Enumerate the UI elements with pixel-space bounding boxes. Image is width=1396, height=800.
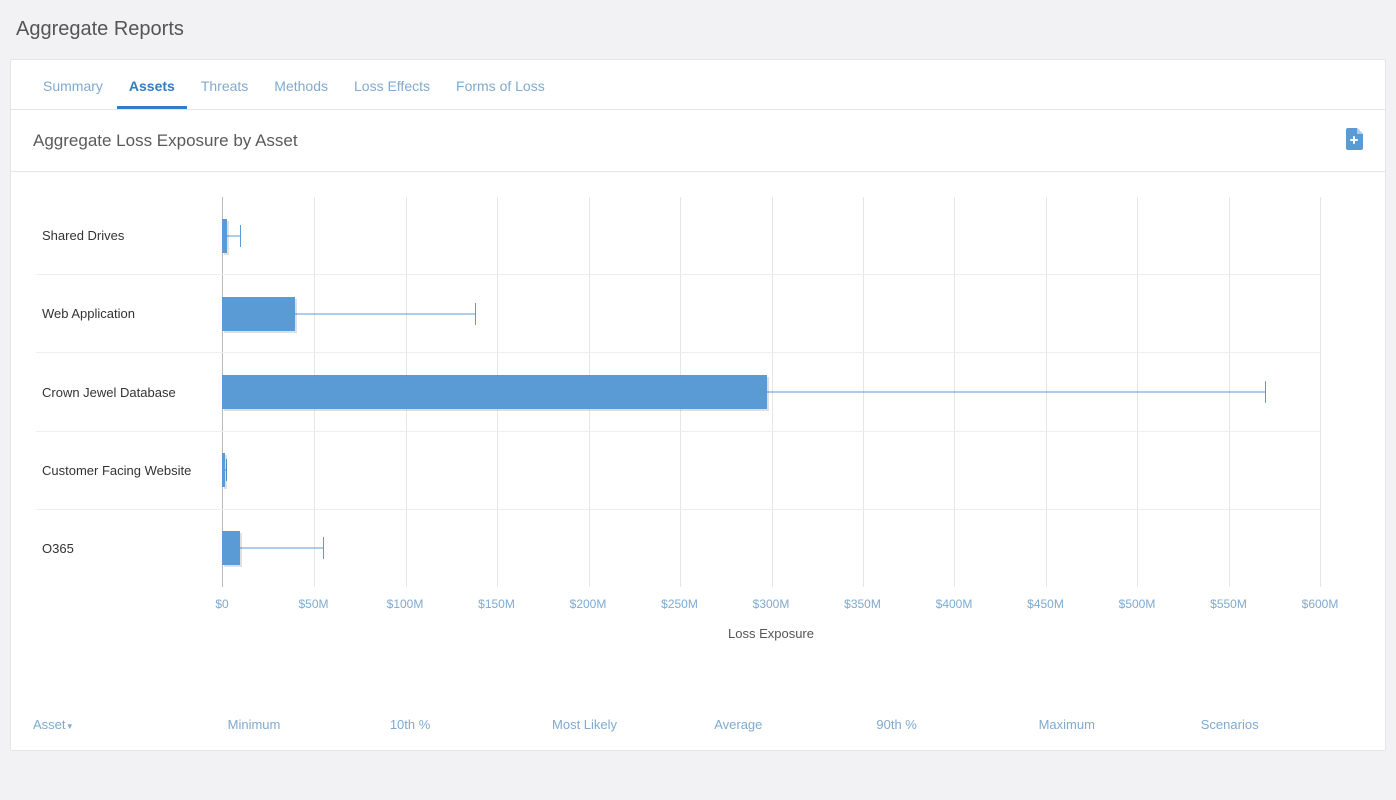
table-header-row: Asset▾ Minimum 10th % Most Likely Averag… xyxy=(11,657,1385,750)
chart-row-plot xyxy=(222,510,1320,587)
tab-forms-of-loss[interactable]: Forms of Loss xyxy=(444,70,557,109)
chart-area: Shared Drives Web Application Crown Jewel … xyxy=(11,172,1385,657)
th-tenth[interactable]: 10th % xyxy=(390,717,552,732)
bar xyxy=(222,453,225,487)
page-title: Aggregate Reports xyxy=(10,10,1386,59)
x-tick-label: $500M xyxy=(1119,597,1156,611)
tab-methods[interactable]: Methods xyxy=(262,70,340,109)
chart-row-plot xyxy=(222,432,1320,509)
chart-row-plot xyxy=(222,197,1320,274)
tab-threats[interactable]: Threats xyxy=(189,70,260,109)
x-tick-label: $200M xyxy=(570,597,607,611)
tab-summary[interactable]: Summary xyxy=(31,70,115,109)
x-tick-label: $150M xyxy=(478,597,515,611)
bar xyxy=(222,297,295,331)
chart-row: Customer Facing Website xyxy=(36,431,1320,509)
chart-row-plot xyxy=(222,275,1320,352)
gridline xyxy=(1320,197,1321,587)
th-scenarios[interactable]: Scenarios xyxy=(1201,717,1363,732)
th-maximum[interactable]: Maximum xyxy=(1039,717,1201,732)
section-title: Aggregate Loss Exposure by Asset xyxy=(33,131,298,151)
report-card: Summary Assets Threats Methods Loss Effe… xyxy=(10,59,1386,751)
tabs: Summary Assets Threats Methods Loss Effe… xyxy=(11,60,1385,110)
x-axis-label: Loss Exposure xyxy=(222,626,1320,641)
tab-assets[interactable]: Assets xyxy=(117,70,187,109)
error-bar-cap-high xyxy=(240,225,241,247)
chart-row-label: Crown Jewel Database xyxy=(36,385,222,400)
x-tick-label: $350M xyxy=(844,597,881,611)
x-tick-label: $250M xyxy=(661,597,698,611)
x-tick-label: $300M xyxy=(753,597,790,611)
th-asset[interactable]: Asset▾ xyxy=(33,717,228,732)
chart-row-label: Customer Facing Website xyxy=(36,463,222,478)
chart-row-label: O365 xyxy=(36,541,222,556)
bar xyxy=(222,375,767,409)
th-ninetieth[interactable]: 90th % xyxy=(876,717,1038,732)
bar xyxy=(222,219,227,253)
chart-row-label: Shared Drives xyxy=(36,228,222,243)
error-bar-cap-high xyxy=(323,537,324,559)
chart-row-plot xyxy=(222,353,1320,430)
x-tick-label: $600M xyxy=(1302,597,1339,611)
chart-row-label: Web Application xyxy=(36,306,222,321)
x-tick-label: $400M xyxy=(936,597,973,611)
error-bar-cap-high xyxy=(1265,381,1266,403)
x-tick-label: $550M xyxy=(1210,597,1247,611)
chart-row: Shared Drives xyxy=(36,197,1320,274)
error-bar-cap-high xyxy=(475,303,476,325)
x-tick-label: $100M xyxy=(387,597,424,611)
x-tick-label: $0 xyxy=(215,597,228,611)
th-average[interactable]: Average xyxy=(714,717,876,732)
error-bar-cap-high xyxy=(226,459,227,481)
x-tick-label: $450M xyxy=(1027,597,1064,611)
chart-row: O365 xyxy=(36,509,1320,587)
tab-loss-effects[interactable]: Loss Effects xyxy=(342,70,442,109)
section-header: Aggregate Loss Exposure by Asset xyxy=(11,110,1385,172)
bar xyxy=(222,531,240,565)
th-minimum[interactable]: Minimum xyxy=(228,717,390,732)
chart-row: Crown Jewel Database xyxy=(36,352,1320,430)
export-icon[interactable] xyxy=(1345,128,1363,153)
sort-caret-icon: ▾ xyxy=(68,721,73,731)
x-tick-label: $50M xyxy=(298,597,328,611)
chart-row: Web Application xyxy=(36,274,1320,352)
th-most-likely[interactable]: Most Likely xyxy=(552,717,714,732)
